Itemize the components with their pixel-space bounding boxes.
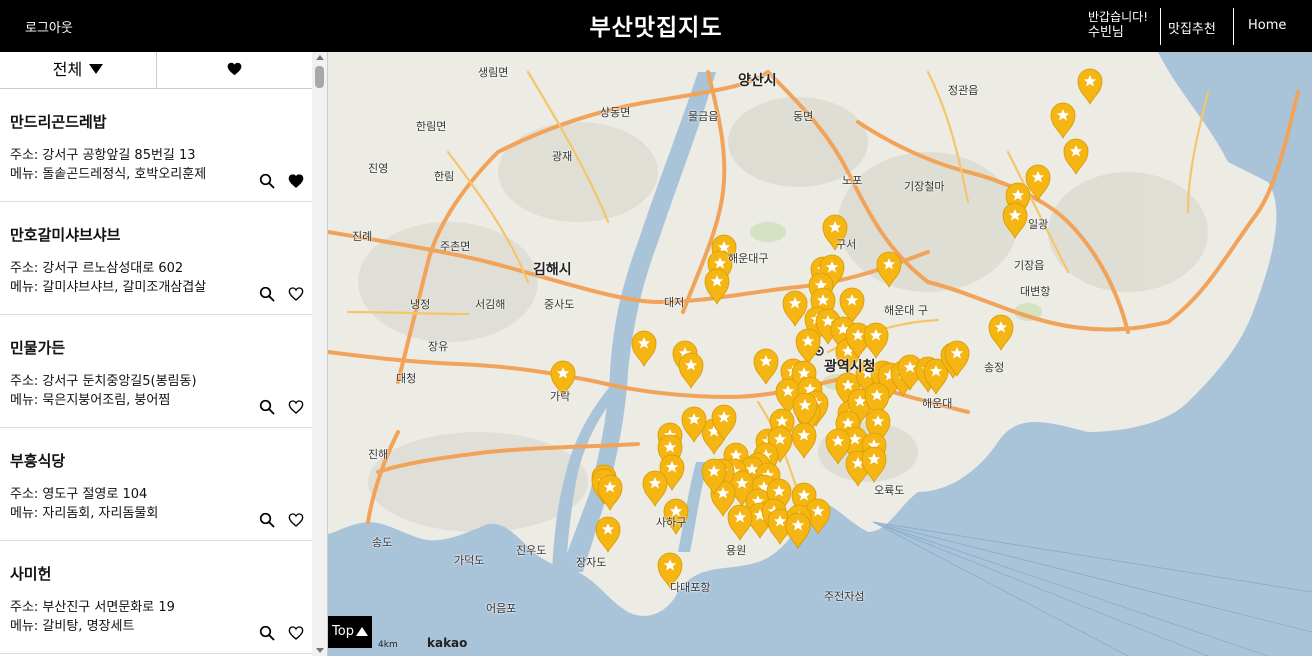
up-arrow-icon [355,627,368,636]
heart-icon[interactable] [288,512,304,528]
search-icon[interactable] [259,286,275,302]
logout-link[interactable]: 로그아웃 [25,17,73,36]
restaurant-address: 주소: 부산진구 서면문화로 19 [10,600,175,615]
map-view[interactable]: 양산시 김해시 광역시청 해운대 송정 기장읍 기장철마 정관읍 일광 대변항 … [328,52,1312,656]
list-item[interactable]: 사미헌 주소: 부산진구 서면문화로 19 메뉴: 갈비탕, 명장세트 [0,541,312,654]
list-item[interactable]: 만호갈미샤브샤브 주소: 강서구 르노삼성대로 602 메뉴: 갈미샤브샤브, … [0,202,312,315]
restaurant-address: 주소: 영도구 절영로 104 [10,487,148,502]
scroll-top-label: Top [332,624,354,639]
heart-icon[interactable] [288,173,304,189]
home-link[interactable]: Home [1248,18,1286,33]
map-attribution: kakao [427,636,468,650]
tab-all-label: 전체 [52,60,83,79]
restaurant-name: 만드리곤드레밥 [10,113,107,131]
restaurant-name: 민물가든 [10,339,66,357]
scroll-top-button[interactable]: Top [328,616,372,648]
map-canvas [328,52,1312,656]
list-item[interactable]: 민물가든 주소: 강서구 둔치중앙길5(봉림동) 메뉴: 묵은지붕어조림, 붕어… [0,315,312,428]
restaurant-address: 주소: 강서구 둔치중앙길5(봉림동) [10,374,197,389]
heart-icon[interactable] [288,625,304,641]
restaurant-name: 만호갈미샤브샤브 [10,226,121,244]
recommend-link[interactable]: 맛집추천 [1168,18,1216,37]
restaurant-address: 주소: 강서구 공항앞길 85번길 13 [10,148,196,163]
list-item[interactable]: 만드리곤드레밥 주소: 강서구 공항앞길 85번길 13 메뉴: 돌솥곤드레정식… [0,89,312,202]
top-navigation-bar: 로그아웃 부산맛집지도 반갑습니다! 수빈님 맛집추천 Home [0,0,1312,52]
search-icon[interactable] [259,625,275,641]
tab-all[interactable]: 전체 [0,52,156,89]
heart-icon [227,62,242,75]
list-item[interactable]: 부흥식당 주소: 영도구 절영로 104 메뉴: 자리돔회, 자리돔물회 [0,428,312,541]
restaurant-sidebar: 전체 만드리곤드레밥 주소: 강서구 공항앞길 85번길 13 메뉴: 돌솥곤드… [0,52,328,656]
search-icon[interactable] [259,512,275,528]
scroll-down-arrow-icon[interactable] [316,648,324,653]
scroll-up-arrow-icon[interactable] [316,55,324,60]
dropdown-arrow-icon [89,64,104,74]
heart-icon[interactable] [288,286,304,302]
restaurant-name: 사미헌 [10,565,52,583]
sidebar-scrollbar[interactable] [312,52,327,656]
restaurant-name: 부흥식당 [10,452,66,470]
search-icon[interactable] [259,173,275,189]
nav-divider [1160,8,1161,45]
restaurant-address: 주소: 강서구 르노삼성대로 602 [10,261,184,276]
search-icon[interactable] [259,399,275,415]
user-name: 수빈님 [1088,25,1124,40]
user-greeting: 반갑습니다! 수빈님 [1088,9,1148,41]
scroll-thumb[interactable] [315,66,324,88]
tab-favorites[interactable] [156,52,312,89]
nav-divider [1233,8,1234,45]
heart-icon[interactable] [288,399,304,415]
restaurant-list: 만드리곤드레밥 주소: 강서구 공항앞길 85번길 13 메뉴: 돌솥곤드레정식… [0,89,312,654]
greeting-text: 반갑습니다! [1088,10,1149,24]
map-scale: 4km [378,640,398,650]
filter-tabs: 전체 [0,52,312,89]
